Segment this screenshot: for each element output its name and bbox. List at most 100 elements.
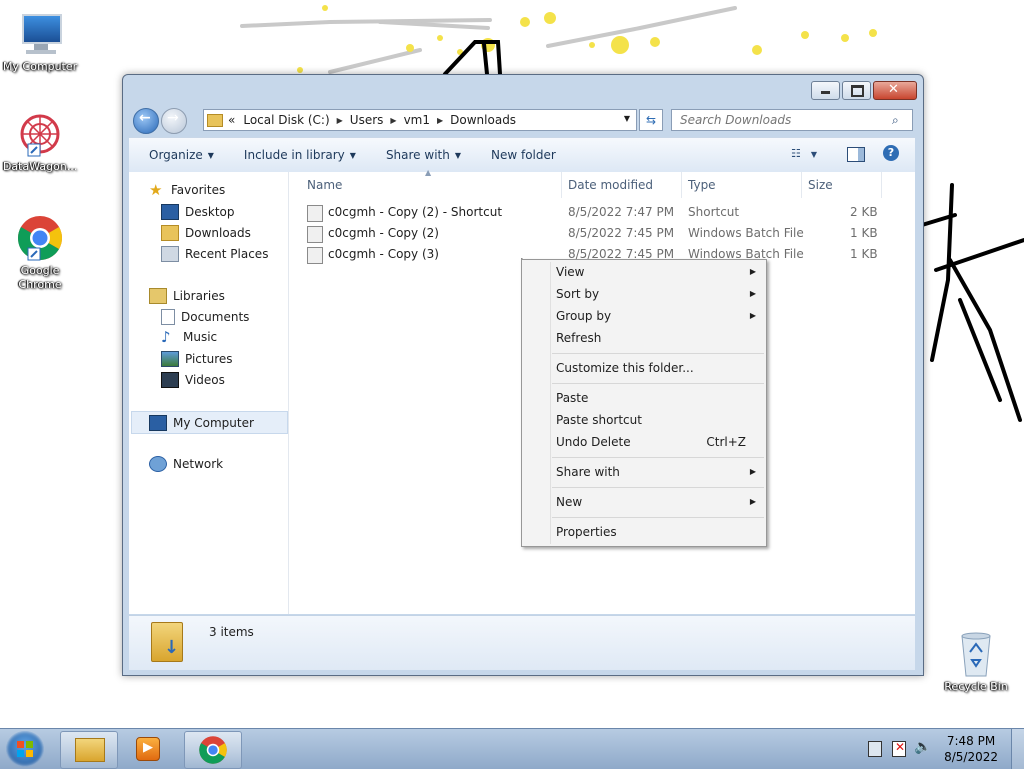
- taskbar-chrome[interactable]: [184, 731, 242, 769]
- chrome-icon: [199, 736, 227, 764]
- menu-item-label: Customize this folder...: [556, 361, 694, 375]
- menu-separator: [552, 457, 764, 458]
- menu-item-label: Properties: [556, 525, 617, 539]
- breadcrumb-downloads[interactable]: Downloads: [450, 113, 516, 127]
- chevron-down-icon: ▼: [810, 150, 818, 159]
- minimize-button[interactable]: [811, 81, 840, 100]
- preview-pane-button[interactable]: [847, 147, 865, 162]
- column-header-type[interactable]: Type: [688, 178, 716, 192]
- menu-separator: [552, 383, 764, 384]
- breadcrumb-local-disk[interactable]: Local Disk (C:): [243, 113, 329, 127]
- menu-item-view[interactable]: View ▶: [556, 262, 756, 282]
- play-icon: ▶: [143, 740, 153, 755]
- search-input[interactable]: [678, 112, 892, 128]
- breadcrumb-separator-icon[interactable]: ▶: [390, 116, 396, 125]
- address-bar[interactable]: « Local Disk (C:) ▶ Users ▶ vm1 ▶ Downlo…: [203, 109, 637, 131]
- view-options-button[interactable]: ☷ ▼: [791, 147, 825, 163]
- menu-item-properties[interactable]: Properties: [556, 522, 756, 542]
- file-name: c0cgmh - Copy (3): [328, 247, 439, 261]
- close-icon: ✕: [888, 82, 899, 97]
- desktop-icon-datawagon[interactable]: DataWagon...: [0, 110, 80, 174]
- taskbar-explorer[interactable]: [60, 731, 118, 769]
- file-row[interactable]: c0cgmh - Copy (2) - Shortcut 8/5/2022 7:…: [307, 202, 907, 223]
- column-divider: [681, 172, 682, 198]
- menu-gutter: [550, 262, 551, 544]
- breadcrumb-vm1[interactable]: vm1: [404, 113, 430, 127]
- desktop-icon-google-chrome[interactable]: Google Chrome: [0, 214, 80, 292]
- details-pane: ↓ 3 items: [129, 615, 915, 670]
- tray-action-center-icon[interactable]: ✕: [892, 740, 906, 757]
- nav-downloads[interactable]: Downloads: [161, 225, 251, 241]
- menu-item-paste[interactable]: Paste: [556, 388, 756, 408]
- column-header-size[interactable]: Size: [808, 178, 833, 192]
- breadcrumb-overflow[interactable]: «: [228, 113, 235, 127]
- start-button[interactable]: [6, 731, 44, 767]
- menu-item-new[interactable]: New ▶: [556, 492, 756, 512]
- tray-volume-icon[interactable]: 🔈: [914, 739, 931, 755]
- folder-icon: ↓: [151, 622, 183, 662]
- nav-music[interactable]: ♪ Music: [161, 330, 217, 345]
- desktop-icon-recycle-bin[interactable]: Recycle Bin: [936, 630, 1016, 694]
- column-header-date[interactable]: Date modified: [568, 178, 653, 192]
- menu-item-sort-by[interactable]: Sort by ▶: [556, 284, 756, 304]
- column-header-name[interactable]: Name: [307, 178, 342, 192]
- taskbar-media-player[interactable]: ▶: [128, 731, 168, 767]
- new-folder-button[interactable]: New folder: [491, 148, 556, 162]
- help-icon[interactable]: ?: [883, 145, 899, 161]
- breadcrumb-users[interactable]: Users: [350, 113, 384, 127]
- download-arrow-icon: ↓: [164, 637, 180, 658]
- tray-clock[interactable]: 7:48 PM 8/5/2022: [944, 733, 998, 765]
- menu-item-group-by[interactable]: Group by ▶: [556, 306, 756, 326]
- submenu-arrow-icon: ▶: [749, 497, 756, 506]
- chevron-down-icon: ▼: [454, 150, 461, 160]
- menu-item-paste-shortcut[interactable]: Paste shortcut: [556, 410, 756, 430]
- file-row[interactable]: c0cgmh - Copy (2) 8/5/2022 7:45 PM Windo…: [307, 223, 907, 244]
- batch-file-icon: [307, 226, 323, 243]
- file-date: 8/5/2022 7:47 PM: [568, 205, 675, 219]
- include-in-library-button[interactable]: Include in library ▼: [244, 148, 356, 162]
- nav-desktop[interactable]: Desktop: [161, 204, 235, 220]
- nav-videos[interactable]: Videos: [161, 372, 225, 388]
- organize-button[interactable]: Organize ▼: [149, 148, 214, 162]
- breadcrumb-separator-icon[interactable]: ▶: [337, 116, 343, 125]
- close-button[interactable]: ✕: [873, 81, 917, 100]
- clock-time: 7:48 PM: [946, 734, 996, 748]
- file-type: Windows Batch File: [688, 226, 804, 240]
- menu-separator: [552, 517, 764, 518]
- refresh-icon: ⇆: [645, 113, 657, 127]
- breadcrumb-separator-icon[interactable]: ▶: [437, 116, 443, 125]
- nav-recent-places[interactable]: Recent Places: [161, 246, 268, 262]
- file-name: c0cgmh - Copy (2) - Shortcut: [328, 205, 503, 219]
- maximize-button[interactable]: [842, 81, 871, 100]
- documents-icon: [161, 309, 175, 325]
- nav-documents[interactable]: Documents: [161, 309, 249, 325]
- menu-item-label: New: [556, 495, 583, 509]
- menu-item-undo-delete[interactable]: Undo Delete Ctrl+Z: [556, 432, 756, 452]
- desktop-icon-my-computer[interactable]: My Computer: [0, 10, 80, 74]
- nav-libraries[interactable]: Libraries: [149, 288, 225, 304]
- back-button[interactable]: ←: [133, 108, 159, 134]
- menu-item-share-with[interactable]: Share with ▶: [556, 462, 756, 482]
- refresh-button[interactable]: ⇆: [639, 109, 663, 131]
- new-folder-label: New folder: [491, 148, 556, 162]
- nav-network[interactable]: Network: [149, 456, 223, 472]
- menu-item-refresh[interactable]: Refresh: [556, 328, 756, 348]
- nav-downloads-label: Downloads: [185, 226, 251, 240]
- show-desktop-button[interactable]: [1011, 729, 1024, 769]
- nav-favorites[interactable]: ★ Favorites: [149, 183, 225, 198]
- search-box[interactable]: ⌕: [671, 109, 913, 131]
- address-dropdown-icon[interactable]: ▼: [624, 114, 630, 123]
- menu-item-label: Refresh: [556, 331, 602, 345]
- tray-network-icon[interactable]: [868, 741, 882, 757]
- menu-item-customize[interactable]: Customize this folder...: [556, 358, 756, 378]
- media-player-icon: ▶: [136, 737, 160, 761]
- file-type: Shortcut: [688, 205, 740, 219]
- nav-computer[interactable]: My Computer: [149, 415, 254, 431]
- nav-computer-selected[interactable]: My Computer: [131, 411, 288, 434]
- share-label: Share with: [385, 148, 450, 162]
- share-with-button[interactable]: Share with ▼: [386, 148, 461, 162]
- address-bar-row: ← → « Local Disk (C:) ▶ Users ▶ vm1 ▶ Do…: [131, 107, 915, 135]
- nav-pictures[interactable]: Pictures: [161, 351, 233, 367]
- forward-button[interactable]: →: [161, 108, 187, 134]
- search-icon[interactable]: ⌕: [892, 113, 899, 128]
